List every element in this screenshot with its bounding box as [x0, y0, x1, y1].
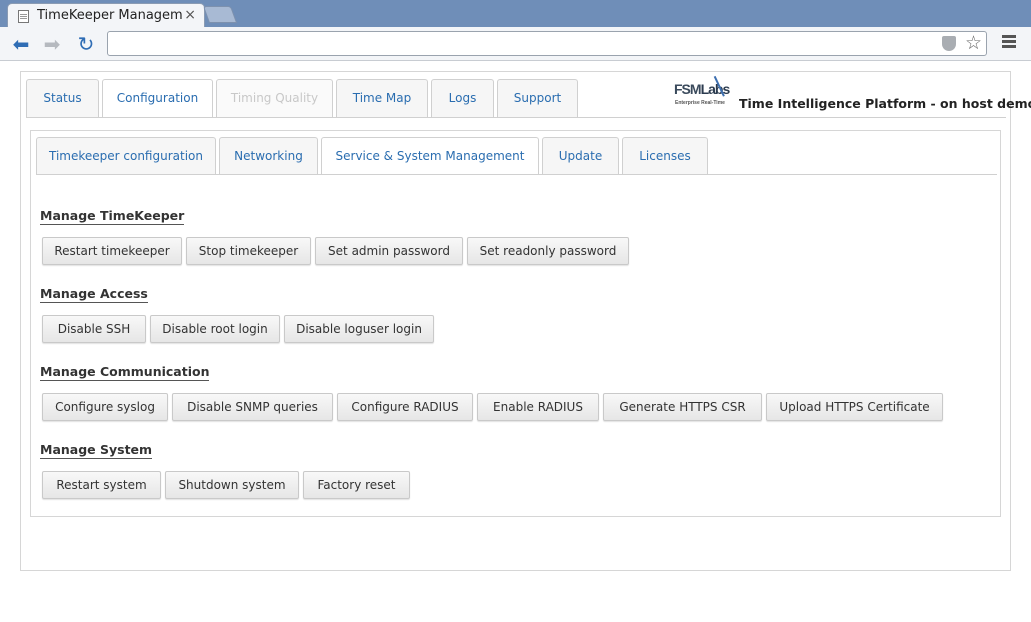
platform-title: Time Intelligence Platform - on host dem…: [739, 96, 1031, 111]
shutdown-system-button[interactable]: Shutdown system: [165, 471, 299, 499]
subtab-licenses[interactable]: Licenses: [622, 137, 708, 174]
fsmlabs-logo: FSMLabs Enterprise Real-Time: [674, 73, 731, 106]
reload-icon[interactable]: ↻: [75, 33, 97, 55]
subtab-divider: [36, 174, 997, 175]
forward-arrow-icon[interactable]: ➡: [41, 33, 63, 55]
browser-tabstrip: TimeKeeper Manageme ×: [0, 0, 1031, 28]
stop-timekeeper-button[interactable]: Stop timekeeper: [186, 237, 311, 265]
browser-menu-icon[interactable]: [1002, 35, 1016, 50]
section-title-manage-timekeeper: Manage TimeKeeper: [40, 208, 185, 225]
generate-https-csr-button[interactable]: Generate HTTPS CSR: [603, 393, 762, 421]
tab-time-map[interactable]: Time Map: [336, 79, 428, 117]
restart-timekeeper-button[interactable]: Restart timekeeper: [42, 237, 182, 265]
factory-reset-button[interactable]: Factory reset: [303, 471, 410, 499]
subtab-update[interactable]: Update: [542, 137, 619, 174]
new-tab-button[interactable]: [202, 6, 238, 23]
browser-tab-title: TimeKeeper Manageme: [37, 8, 183, 23]
section-title-manage-system: Manage System: [40, 442, 153, 459]
disable-root-login-button[interactable]: Disable root login: [150, 315, 280, 343]
set-admin-password-button[interactable]: Set admin password: [315, 237, 463, 265]
brand-header: FSMLabs Enterprise Real-Time Time Intell…: [674, 73, 1031, 113]
subtab-networking[interactable]: Networking: [219, 137, 318, 174]
back-arrow-icon[interactable]: ⬅: [10, 33, 32, 55]
restart-system-button[interactable]: Restart system: [42, 471, 161, 499]
page-icon: [18, 10, 29, 23]
config-panel: Timekeeper configuration Networking Serv…: [30, 130, 1001, 517]
main-tab-divider: [26, 117, 1006, 118]
close-tab-icon[interactable]: ×: [184, 7, 196, 23]
configure-syslog-button[interactable]: Configure syslog: [42, 393, 168, 421]
tab-status[interactable]: Status: [26, 79, 99, 117]
bookmark-star-icon[interactable]: ☆: [965, 32, 982, 54]
tab-configuration[interactable]: Configuration: [102, 79, 213, 118]
set-readonly-password-button[interactable]: Set readonly password: [467, 237, 629, 265]
tab-support[interactable]: Support: [497, 79, 578, 117]
address-bar[interactable]: ☆: [107, 31, 987, 56]
page-container: Status Configuration Timing Quality Time…: [20, 71, 1031, 571]
disable-loguser-login-button[interactable]: Disable loguser login: [284, 315, 434, 343]
browser-toolbar: ⬅ ➡ ↻ ☆: [0, 27, 1031, 61]
upload-https-certificate-button[interactable]: Upload HTTPS Certificate: [766, 393, 943, 421]
section-title-manage-access: Manage Access: [40, 286, 148, 303]
browser-tab[interactable]: TimeKeeper Manageme ×: [7, 3, 205, 28]
section-title-manage-communication: Manage Communication: [40, 364, 210, 381]
tab-logs[interactable]: Logs: [431, 79, 494, 117]
shield-icon[interactable]: [942, 36, 956, 51]
disable-ssh-button[interactable]: Disable SSH: [42, 315, 146, 343]
enable-radius-button[interactable]: Enable RADIUS: [477, 393, 599, 421]
configure-radius-button[interactable]: Configure RADIUS: [337, 393, 473, 421]
tab-timing-quality: Timing Quality: [216, 79, 333, 117]
subtab-service-system-management[interactable]: Service & System Management: [321, 137, 539, 175]
disable-snmp-queries-button[interactable]: Disable SNMP queries: [172, 393, 333, 421]
subtab-timekeeper-configuration[interactable]: Timekeeper configuration: [36, 137, 216, 174]
